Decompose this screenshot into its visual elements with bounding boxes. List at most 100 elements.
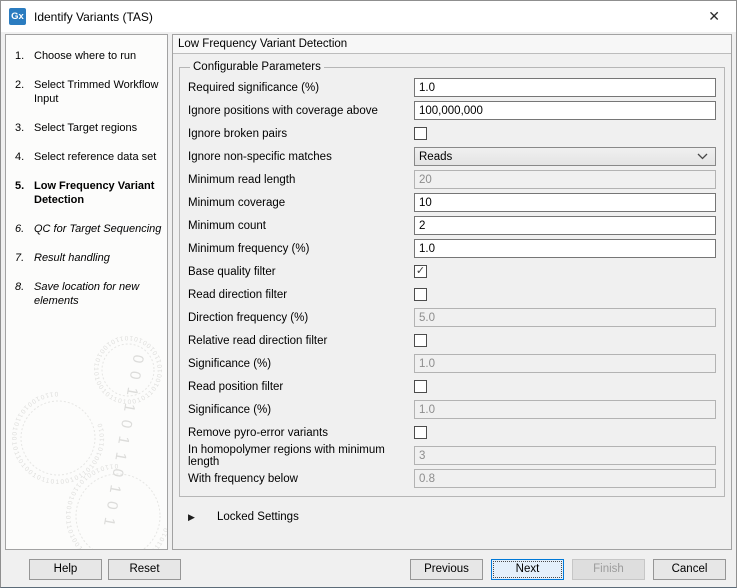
param-control [414,170,716,189]
step-number: 6. [15,223,25,235]
param-row: Minimum read length [188,170,716,189]
binary-watermark: 0110100101101001011010010110100101101001… [6,314,167,549]
step-label: Select reference data set [34,151,157,163]
wizard-steps: 1. Choose where to run 2. Select Trimmed Wo… [6,35,167,308]
wizard-step: 3. Select Target regions [15,121,165,135]
param-control [414,101,716,120]
param-input[interactable] [414,101,716,120]
finish-button: Finish [572,558,645,580]
step-number: 5. [15,180,25,192]
param-label: With frequency below [188,472,298,485]
param-input [414,469,716,488]
param-row: In homopolymer regions with minimum leng… [188,444,716,468]
expand-arrow-icon: ▶ [188,511,195,522]
param-label: Relative read direction filter [188,334,328,347]
param-label: Base quality filter [188,265,276,278]
param-row: Ignore broken pairs [188,124,716,143]
param-control [414,380,716,393]
param-input[interactable] [414,78,716,97]
param-control [414,469,716,488]
param-row: Minimum count [188,216,716,235]
step-number: 3. [15,122,25,134]
footer-right-buttons: Previous Next Finish Cancel [410,558,726,580]
panel-header: Low Frequency Variant Detection [173,35,731,54]
app-logo-gx-icon: Gx [9,8,26,25]
close-icon[interactable]: ✕ [700,6,728,27]
step-label: QC for Target Sequencing [34,223,162,235]
param-row: Direction frequency (%) [188,308,716,327]
param-input [414,400,716,419]
param-control [414,127,716,140]
param-select[interactable]: Reads [414,147,716,166]
step-label: Low Frequency Variant Detection [34,180,155,206]
select-value: Reads [419,150,453,163]
wizard-step: 8. Save location for new elements [15,280,165,308]
param-label: Ignore broken pairs [188,127,288,140]
param-label: Remove pyro-error variants [188,426,328,439]
param-control [414,400,716,419]
param-input [414,308,716,327]
param-label: Direction frequency (%) [188,311,309,324]
group-title: Configurable Parameters [193,61,321,73]
wizard-step: 7. Result handling [15,251,165,265]
previous-button[interactable]: Previous [410,558,483,580]
step-number: 8. [15,281,25,293]
param-row: Significance (%) [188,354,716,373]
wizard-step: 4. Select reference data set [15,150,165,164]
step-label: Select Trimmed Workflow Input [34,79,159,105]
param-control [414,193,716,212]
param-label: Minimum count [188,219,266,232]
identify-variants-dialog: Gx Identify Variants (TAS) ✕ 1. Choose wh… [0,0,737,588]
main-area: 1. Choose where to run 2. Select Trimmed Wo… [1,32,736,551]
param-row: Remove pyro-error variants [188,423,716,442]
step-number: 2. [15,79,25,91]
param-checkbox[interactable] [414,127,427,140]
title-bar: Gx Identify Variants (TAS) ✕ [1,1,736,32]
step-number: 7. [15,252,25,264]
param-label: Significance (%) [188,403,272,416]
param-checkbox[interactable] [414,288,427,301]
wizard-step: 5. Low Frequency Variant Detection [15,179,165,207]
param-row: Read direction filter [188,285,716,304]
button-bar: Help Reset Previous Next Finish Cancel [1,551,736,587]
step-panel: Low Frequency Variant Detection Configur… [172,34,732,550]
step-number: 4. [15,151,25,163]
cancel-button[interactable]: Cancel [653,558,726,580]
reset-button[interactable]: Reset [108,558,181,580]
param-control [414,288,716,301]
param-row: With frequency below [188,469,716,488]
param-control [414,216,716,235]
param-control [414,78,716,97]
param-label: Significance (%) [188,357,272,370]
param-label: Minimum coverage [188,196,286,209]
locked-settings-toggle[interactable]: ▶ Locked Settings [188,511,725,523]
chevron-down-icon [697,153,708,160]
param-control [414,239,716,258]
next-button[interactable]: Next [491,558,564,580]
param-row: Ignore positions with coverage above [188,101,716,120]
param-row: Minimum frequency (%) [188,239,716,258]
param-checkbox[interactable]: ✓ [414,265,427,278]
param-checkbox[interactable] [414,380,427,393]
locked-settings-label: Locked Settings [217,511,299,523]
param-checkbox[interactable] [414,426,427,439]
param-checkbox[interactable] [414,334,427,347]
param-control [414,334,716,347]
wizard-step: 2. Select Trimmed Workflow Input [15,78,165,106]
param-input[interactable] [414,193,716,212]
help-button[interactable]: Help [29,558,102,580]
param-input[interactable] [414,239,716,258]
window-title: Identify Variants (TAS) [34,9,153,24]
param-label: Required significance (%) [188,81,320,94]
param-input [414,354,716,373]
param-row: Minimum coverage [188,193,716,212]
step-label: Result handling [34,252,110,264]
param-row: Read position filter [188,377,716,396]
param-row: Base quality filter ✓ [188,262,716,281]
step-label: Select Target regions [34,122,138,134]
param-label: Minimum frequency (%) [188,242,310,255]
param-control: ✓ [414,265,716,278]
param-input [414,170,716,189]
step-number: 1. [15,50,25,62]
param-input[interactable] [414,216,716,235]
